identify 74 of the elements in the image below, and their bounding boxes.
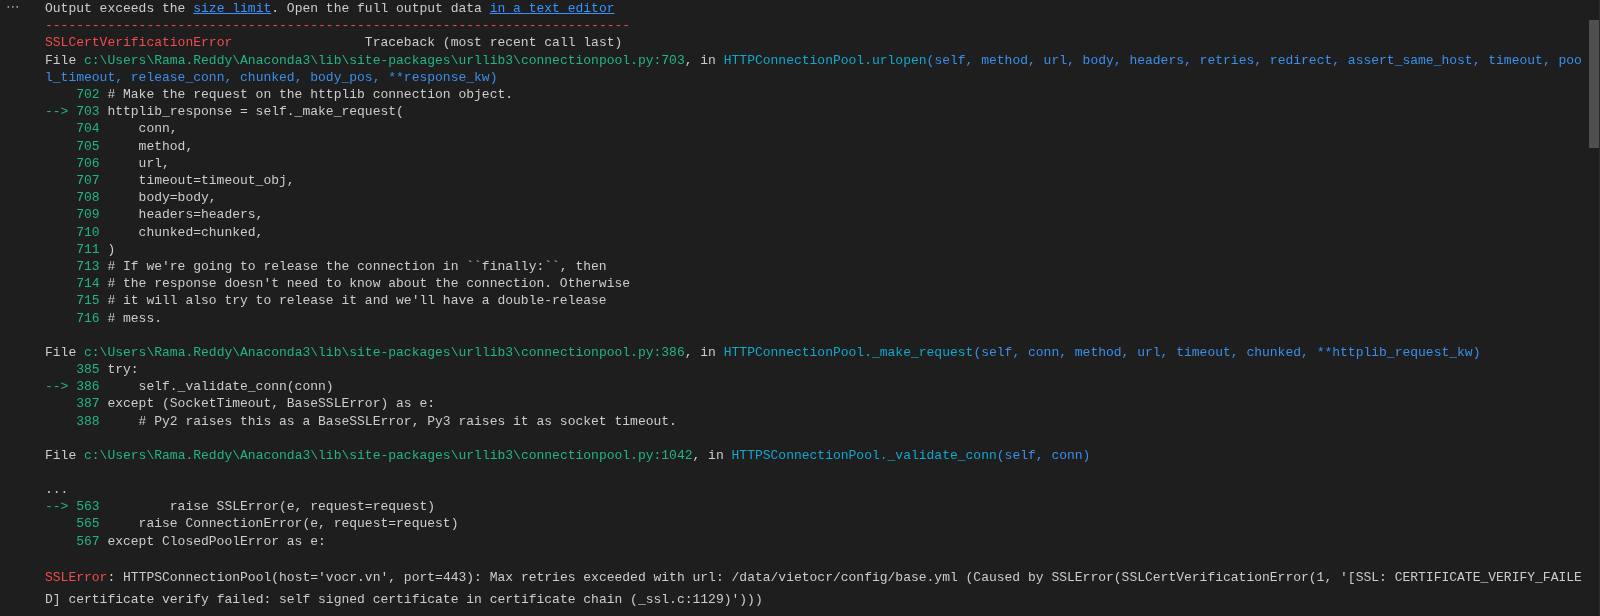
function-name: HTTPConnectionPool.urlopen	[723, 52, 927, 68]
function-arguments: l_timeout, release_conn, chunked, body_pos, **response_kw)	[45, 69, 498, 85]
traceback-heading: Traceback (most recent call last)	[364, 35, 623, 51]
function-name: HTTPConnectionPool._make_request	[723, 344, 974, 360]
code-line: body=body,	[137, 190, 217, 206]
code-line: timeout=timeout_obj,	[137, 173, 295, 189]
code-line: raise SSLError(e, request=request)	[168, 499, 436, 515]
code-line: conn,	[137, 121, 178, 137]
output-text: ...	[45, 482, 69, 498]
output-text: . Open the full output data	[271, 1, 483, 16]
line-number: 387	[76, 395, 100, 413]
output-text: File	[45, 447, 78, 463]
error-text: SSLCertVerificationError	[45, 35, 233, 51]
file-path-link[interactable]: c:\Users\Rama.Reddy\Anaconda3\lib\site-packages\urllib3\connectionpool.py:703	[84, 52, 685, 68]
line-number: 385	[76, 361, 100, 379]
code-line: # it will also try to release it and we'll have a double-release	[107, 293, 607, 309]
code-line: headers=headers,	[137, 207, 264, 223]
code-line: # the response doesn't need to know about the connection. Otherwise	[107, 276, 631, 292]
scrollbar-thumb[interactable]	[1589, 20, 1599, 148]
line-number: 714	[76, 275, 100, 293]
current-line-arrow: -->	[45, 378, 69, 396]
output-link[interactable]: in a text editor	[489, 1, 615, 16]
code-line: # mess.	[107, 310, 162, 326]
line-number: 707	[76, 172, 100, 190]
line-number: 567	[76, 532, 100, 550]
line-number: 706	[76, 154, 100, 173]
error-text: SSLError	[45, 569, 108, 585]
line-number: 563	[76, 498, 100, 516]
file-path-link[interactable]: c:\Users\Rama.Reddy\Anaconda3\lib\site-packages\urllib3\connectionpool.py:386	[84, 344, 685, 360]
output-text: : HTTPSConnectionPool(host='vocr.vn', port=443): Max retries exceeded with url: /data/vietocr/config/base.yml (Caused by SSLError(SSLCertVerificationError(1, '[SSL: CERTIFICATE_VERIFY_FAILE	[107, 569, 1582, 585]
line-number: 388	[76, 412, 100, 430]
output-text: , in	[684, 344, 717, 360]
output-text: D] certificate verify failed: self signed certificate in certificate chain (_ssl.c:1129)')))	[45, 591, 763, 607]
line-number: 709	[76, 206, 100, 224]
line-number: 713	[76, 258, 100, 276]
output-text: File	[45, 344, 78, 360]
function-name: HTTPSConnectionPool._validate_conn	[731, 447, 997, 463]
line-number: 704	[76, 120, 100, 138]
line-number: 715	[76, 292, 100, 310]
line-number: 710	[76, 223, 100, 241]
output-text: , in	[692, 447, 725, 463]
line-number: 386	[76, 378, 100, 396]
code-line: raise ConnectionError(e, request=request)	[137, 516, 459, 532]
function-arguments: (self, conn)	[996, 447, 1091, 463]
line-number: 711	[76, 240, 100, 259]
function-arguments: (self, conn, method, url, timeout, chunked, **httplib_request_kw)	[973, 344, 1481, 360]
code-line: except ClosedPoolError as e:	[107, 533, 326, 549]
current-line-arrow: -->	[45, 498, 69, 516]
current-line-arrow: -->	[45, 103, 69, 121]
code-line: try:	[107, 362, 139, 378]
code-line: chunked=chunked,	[137, 224, 264, 240]
line-number: 705	[76, 137, 100, 155]
error-text: ---------------------------------------------------------------------------	[45, 18, 631, 34]
more-actions-button[interactable]: ⋯	[2, 0, 24, 15]
code-line: )	[107, 241, 116, 257]
code-line: httplib_response = self._make_request(	[107, 104, 404, 120]
file-path-link[interactable]: c:\Users\Rama.Reddy\Anaconda3\lib\site-packages\urllib3\connectionpool.py:1042	[84, 447, 693, 463]
code-line: # Py2 raises this as a BaseSSLError, Py3 raises it as socket timeout.	[137, 413, 677, 429]
code-line: method,	[137, 138, 194, 154]
output-link[interactable]: size limit	[193, 1, 272, 16]
code-line: except (SocketTimeout, BaseSSLError) as e:	[107, 396, 436, 412]
code-line: self._validate_conn(conn)	[137, 379, 334, 395]
code-line: # If we're going to release the connection in ``finally:``, then	[107, 259, 607, 275]
function-arguments: (self, method, url, body, headers, retries, redirect, assert_same_host, timeout, poo	[926, 52, 1582, 68]
line-number: 565	[76, 515, 100, 533]
line-number: 716	[76, 309, 100, 327]
line-number: 708	[76, 189, 100, 207]
code-line: # Make the request on the httplib connection object.	[107, 87, 514, 102]
line-number: 702	[76, 86, 100, 104]
output-text: , in	[684, 52, 717, 68]
line-number: 703	[76, 103, 100, 121]
output-text: File	[45, 52, 78, 68]
output-text: Output exceeds the	[45, 1, 187, 16]
code-line: url,	[137, 155, 170, 171]
